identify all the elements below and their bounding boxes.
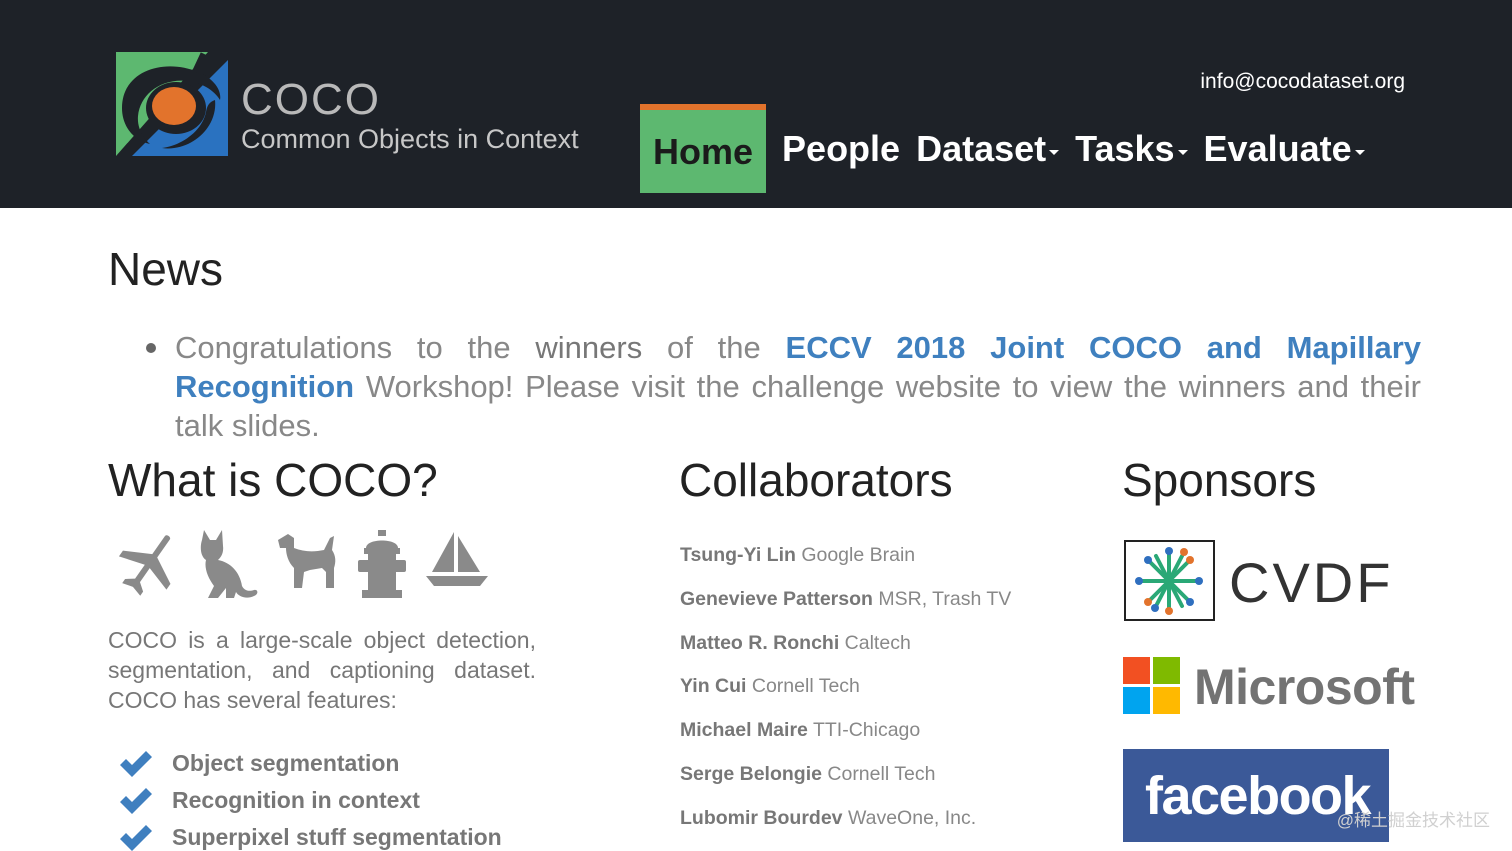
cvdf-logo[interactable]: [1124, 540, 1215, 621]
list-item: Genevieve Patterson MSR, Trash TV: [680, 588, 1011, 632]
collaborator-affiliation: MSR, Trash TV: [878, 587, 1012, 610]
cvdf-wordmark: CVDF: [1229, 551, 1394, 614]
cat-icon: [200, 530, 258, 598]
nav-tasks-label: Tasks: [1075, 127, 1175, 169]
list-item: Lubomir Bourdev WaveOne, Inc.: [680, 807, 1011, 851]
collaborator-affiliation: Caltech: [844, 631, 911, 654]
news-winners-link[interactable]: winners: [535, 330, 642, 365]
coco-logo-icon: [116, 52, 228, 156]
collaborator-affiliation: Google Brain: [801, 544, 916, 566]
collaborator-name: Tsung-Yi Lin: [680, 544, 796, 566]
nav-dataset-label: Dataset: [916, 127, 1047, 169]
nav-home-label: Home: [653, 130, 754, 172]
list-item: Superpixel stuff segmentation: [118, 819, 502, 851]
collaborator-name: Serge Belongie: [680, 762, 822, 785]
collaborator-name: Lubomir Bourdev: [680, 806, 843, 829]
checkmark-icon: [120, 750, 152, 777]
caret-down-icon: [1354, 150, 1365, 155]
logo-subtitle: Common Objects in Context: [241, 124, 579, 154]
fire-hydrant-icon: [358, 530, 406, 598]
list-item: Recognition in context: [118, 782, 502, 819]
news-item: Congratulations to the winners of the EC…: [175, 328, 1421, 445]
feature-label: Recognition in context: [172, 787, 420, 813]
navbar: COCO Common Objects in Context info@coco…: [0, 0, 1512, 208]
collaborator-affiliation: Cornell Tech: [751, 675, 860, 698]
checkmark-icon: [120, 824, 152, 851]
sailboat-icon: [426, 532, 488, 586]
watermark: @稀土掘金技术社区: [1336, 811, 1490, 830]
coco-logo[interactable]: COCO Common Objects in Context: [110, 50, 590, 162]
collaborator-list: Tsung-Yi Lin Google Brain Genevieve Patt…: [680, 544, 1011, 851]
dog-icon: [278, 534, 336, 588]
list-item: Object segmentation: [118, 745, 502, 782]
list-item: Serge Belongie Cornell Tech: [680, 763, 1011, 807]
nav-evaluate[interactable]: Evaluate: [1196, 104, 1373, 193]
feature-label: Object segmentation: [172, 750, 400, 776]
list-item: Michael Maire TTI-Chicago: [680, 719, 1011, 763]
news-suffix: Workshop! Please visit the challenge web…: [175, 369, 1421, 443]
list-bullet: [146, 343, 156, 353]
news-prefix: Congratulations to the: [175, 330, 511, 365]
feature-list: Object segmentation Recognition in conte…: [118, 745, 502, 851]
caret-down-icon: [1049, 150, 1060, 155]
list-item: Matteo R. Ronchi Caltech: [680, 632, 1011, 676]
nav-dataset[interactable]: Dataset: [908, 104, 1067, 193]
collaborators-heading: Collaborators: [679, 454, 953, 506]
list-item: Tsung-Yi Lin Google Brain: [680, 544, 1011, 588]
collaborator-affiliation: WaveOne, Inc.: [847, 806, 977, 829]
checkmark-icon: [120, 787, 152, 814]
nav-people-label: People: [782, 127, 901, 169]
logo-title: COCO: [241, 75, 381, 124]
nav-home[interactable]: Home: [640, 104, 767, 193]
nav-evaluate-label: Evaluate: [1203, 127, 1352, 169]
collaborator-affiliation: Cornell Tech: [827, 762, 936, 785]
sponsors-heading: Sponsors: [1122, 454, 1317, 506]
collaborator-name: Matteo R. Ronchi: [680, 631, 840, 654]
category-icons: [116, 528, 490, 602]
caret-down-icon: [1177, 150, 1188, 155]
nav-people[interactable]: People: [766, 104, 908, 193]
cvdf-mark-icon: [1135, 547, 1203, 615]
contact-email-link[interactable]: info@cocodataset.org: [1200, 70, 1405, 94]
news-middle: of the: [667, 330, 761, 365]
coco-description: COCO is a large-scale object detection, …: [108, 627, 536, 713]
feature-label: Superpixel stuff segmentation: [172, 824, 502, 850]
microsoft-logo-icon[interactable]: [1123, 657, 1180, 714]
microsoft-wordmark: Microsoft: [1194, 659, 1415, 715]
collaborator-affiliation: TTI-Chicago: [812, 719, 921, 742]
main-nav: Home People Dataset Tasks Evaluate: [640, 104, 1373, 193]
news-heading: News: [108, 243, 224, 295]
list-item: Yin Cui Cornell Tech: [680, 675, 1011, 719]
nav-tasks[interactable]: Tasks: [1067, 104, 1195, 193]
collaborator-name: Michael Maire: [680, 719, 808, 742]
collaborator-name: Genevieve Patterson: [680, 587, 873, 610]
airplane-icon: [118, 535, 171, 596]
collaborator-name: Yin Cui: [680, 675, 747, 698]
what-is-coco-heading: What is COCO?: [108, 454, 438, 506]
